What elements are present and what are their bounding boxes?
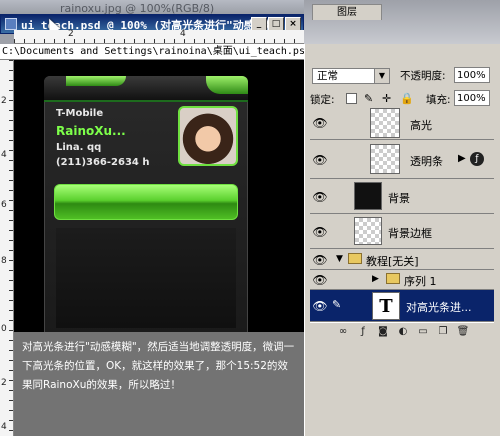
minimize-button[interactable]: _	[251, 17, 267, 31]
link-icon[interactable]: ∞	[336, 325, 350, 339]
ruler-mark: 8	[1, 256, 7, 266]
layer-row[interactable]: 👁 背景边框	[310, 215, 494, 249]
close-button[interactable]: ×	[285, 17, 301, 31]
phone-number: (211)366-2634 h	[56, 157, 150, 168]
phone-carrier: T-Mobile	[56, 108, 104, 119]
layer-thumbnail	[370, 144, 400, 174]
maximize-button[interactable]: □	[268, 17, 284, 31]
highlight-bar	[54, 184, 238, 220]
layer-row[interactable]: 👁 高光	[310, 106, 494, 140]
new-group-icon[interactable]: ▭	[416, 325, 430, 339]
contact-photo	[178, 106, 238, 166]
phone-accent-left	[66, 76, 126, 86]
layer-style-icon[interactable]: ƒ	[356, 325, 370, 339]
layer-thumbnail	[354, 182, 382, 210]
ruler-mark: 6	[1, 200, 7, 210]
lock-transparency-checkbox[interactable]	[346, 93, 357, 104]
ruler-mark: 2	[1, 378, 7, 388]
document-icon	[5, 18, 17, 30]
text-layer-icon: T	[372, 292, 400, 320]
layer-row[interactable]: 👁 背景	[310, 180, 494, 214]
layer-name: 高光	[410, 119, 432, 132]
layers-panel-toolbar: ∞ ƒ ◙ ◐ ▭ ❐ 🗑	[310, 322, 494, 340]
eye-icon[interactable]: 👁	[312, 115, 328, 131]
fill-input[interactable]: 100%	[454, 90, 490, 106]
tutorial-caption: 对高光条进行"动感模糊"，然后适当地调整透明度，微调一下高光条的位置，OK，就这…	[14, 332, 304, 436]
ruler-mark: 4	[1, 422, 7, 432]
ruler-mark: 2	[68, 29, 74, 39]
phone-username: RainoXu...	[56, 124, 126, 138]
expand-arrow-icon[interactable]: ▼	[336, 254, 343, 264]
folder-icon	[386, 273, 400, 284]
ruler-mark: 2	[1, 96, 7, 106]
layer-name: 教程[无关]	[366, 255, 419, 268]
layer-name: 序列 1	[404, 275, 437, 288]
ruler-mark: 4	[1, 150, 7, 160]
layer-name: 背景	[388, 192, 410, 205]
phone-accent-right	[206, 76, 248, 94]
phone-handle: Lina. qq	[56, 142, 102, 153]
eye-icon[interactable]: 👁	[312, 152, 328, 168]
phone-body-panel	[56, 228, 236, 328]
fx-expand-icon[interactable]: ▶	[458, 153, 466, 164]
ruler-mark: 0	[1, 324, 7, 334]
layer-thumbnail	[370, 108, 400, 138]
eye-icon[interactable]: 👁	[312, 252, 328, 268]
eye-icon[interactable]: 👁	[312, 272, 328, 288]
lock-label: 锁定:	[310, 94, 335, 106]
opacity-label: 不透明度:	[400, 70, 446, 82]
layer-name: 背景边框	[388, 227, 432, 240]
expand-arrow-icon[interactable]: ▶	[372, 274, 379, 284]
brush-icon[interactable]: ✎	[364, 93, 375, 104]
folder-icon	[348, 253, 362, 264]
move-icon[interactable]: ✛	[382, 93, 393, 104]
mask-icon[interactable]: ◙	[376, 325, 390, 339]
new-layer-icon[interactable]: ❐	[436, 325, 450, 339]
layer-thumbnail	[354, 217, 382, 245]
eye-icon[interactable]: 👁	[312, 224, 328, 240]
chevron-down-icon[interactable]: ▼	[374, 69, 389, 83]
layer-row[interactable]: 👁 透明条 ▶ ƒ	[310, 141, 494, 179]
eye-icon[interactable]: 👁	[312, 298, 328, 314]
lock-icon[interactable]: 🔒	[400, 93, 414, 104]
ruler-horizontal: 2 4	[14, 29, 304, 44]
brush-icon: ✎	[332, 298, 342, 311]
layer-name: 透明条	[410, 155, 443, 168]
fill-label: 填充:	[426, 94, 451, 106]
layer-row-selected[interactable]: 👁 ✎ T 对高光条进...	[310, 290, 494, 322]
layer-effects-icon[interactable]: ƒ	[470, 152, 484, 166]
opacity-input[interactable]: 100%	[454, 67, 490, 83]
layer-group-row[interactable]: 👁 ▶ 序列 1	[310, 270, 494, 290]
layer-name: 对高光条进...	[406, 301, 472, 314]
ruler-vertical: 2 4 6 8 0 2 4	[0, 60, 14, 436]
trash-icon[interactable]: 🗑	[456, 325, 470, 339]
adjustment-icon[interactable]: ◐	[396, 325, 410, 339]
tab-layers[interactable]: 图层	[312, 4, 382, 20]
layer-group-row[interactable]: 👁 ▼ 教程[无关]	[310, 250, 494, 270]
ruler-mark: 4	[180, 29, 186, 39]
eye-icon[interactable]: 👁	[312, 189, 328, 205]
